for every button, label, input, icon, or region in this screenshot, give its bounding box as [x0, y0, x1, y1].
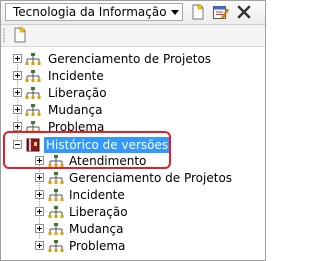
- hierarchy-icon: [48, 187, 64, 203]
- category-dropdown[interactable]: Tecnologia da Informação: [5, 3, 183, 21]
- expand-icon[interactable]: [35, 190, 44, 199]
- new-document-icon[interactable]: [11, 26, 29, 44]
- expand-icon[interactable]: [35, 224, 44, 233]
- hierarchy-icon: [48, 238, 64, 254]
- tree-item-label: Liberação: [48, 86, 107, 100]
- tree-item[interactable]: Gerenciamento de Projetos: [1, 170, 261, 186]
- secondary-toolbar: [1, 25, 265, 47]
- tree-item[interactable]: Liberação: [1, 85, 261, 101]
- panel-frame: Tecnologia da Informação Gerenciamento d…: [0, 0, 266, 261]
- expand-icon[interactable]: [35, 241, 44, 250]
- expand-icon[interactable]: [35, 207, 44, 216]
- tree-item-label: Mudança: [69, 222, 124, 236]
- process-tree: Gerenciamento de Projetos Incidente Libe…: [1, 46, 265, 260]
- expand-icon[interactable]: [13, 88, 22, 97]
- tree-item[interactable]: Incidente: [1, 68, 261, 84]
- expand-icon[interactable]: [13, 54, 22, 63]
- tree-item-label: Problema: [69, 239, 126, 253]
- tree-item[interactable]: Mudança: [1, 102, 261, 118]
- hierarchy-icon: [48, 221, 64, 237]
- category-dropdown-value: Tecnologia da Informação: [13, 5, 167, 19]
- hierarchy-icon: [25, 85, 41, 101]
- tree-item[interactable]: Mudança: [1, 221, 261, 237]
- new-document-icon[interactable]: [189, 3, 207, 21]
- hierarchy-icon: [48, 170, 64, 186]
- hierarchy-icon: [48, 204, 64, 220]
- hierarchy-icon: [25, 51, 41, 67]
- tree-item-label: Mudança: [48, 103, 103, 117]
- expand-icon[interactable]: [35, 173, 44, 182]
- toolbar-grip[interactable]: [3, 28, 5, 43]
- tree-item-label: Liberação: [69, 205, 128, 219]
- hierarchy-icon: [25, 68, 41, 84]
- expand-icon[interactable]: [13, 105, 22, 114]
- header-bar: Tecnologia da Informação: [1, 1, 265, 25]
- tree-item-label: Gerenciamento de Projetos: [69, 171, 233, 185]
- tree-item[interactable]: Liberação: [1, 204, 261, 220]
- edit-form-icon[interactable]: [211, 3, 229, 21]
- highlight-box: [3, 131, 171, 169]
- tree-item-label: Gerenciamento de Projetos: [48, 52, 212, 66]
- tree-item-label: Incidente: [69, 188, 125, 202]
- tree-item-label: Incidente: [48, 69, 104, 83]
- dropdown-arrow-icon[interactable]: [171, 10, 179, 15]
- expand-icon[interactable]: [13, 122, 22, 131]
- expand-icon[interactable]: [13, 71, 22, 80]
- tree-item[interactable]: Problema: [1, 238, 261, 254]
- tree-item[interactable]: Gerenciamento de Projetos: [1, 51, 261, 67]
- hierarchy-icon: [25, 102, 41, 118]
- tree-item[interactable]: Incidente: [1, 187, 261, 203]
- close-x-icon[interactable]: [235, 3, 253, 21]
